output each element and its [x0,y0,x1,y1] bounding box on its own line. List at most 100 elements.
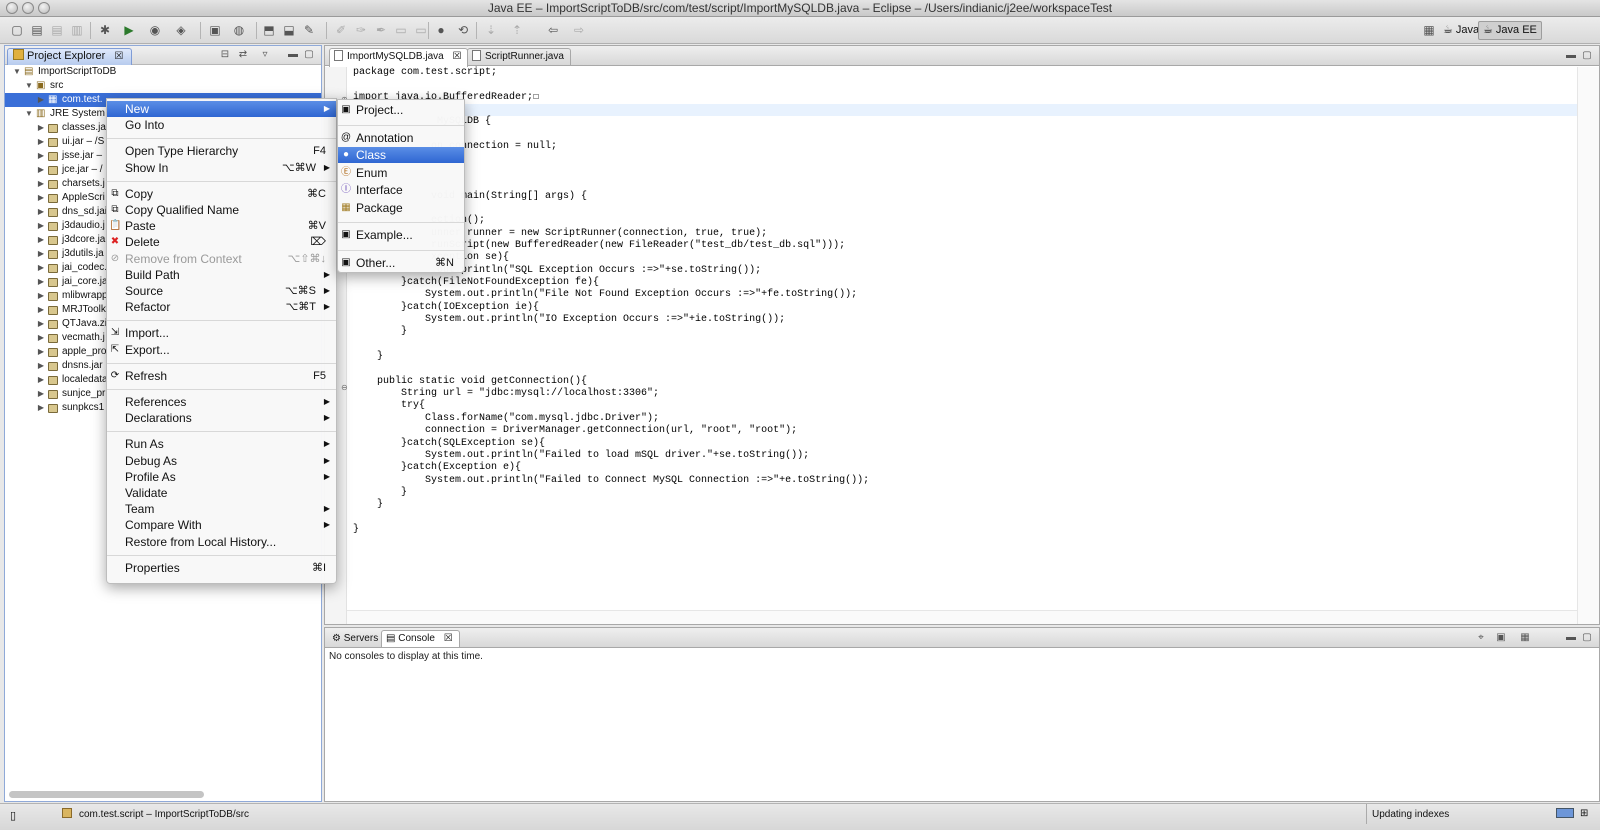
menu-item-import[interactable]: ⇲ Import... [107,325,336,341]
tab-servers[interactable]: ⚙ Servers [327,630,385,647]
minimize-window-icon[interactable] [22,2,34,14]
menu-item-paste[interactable]: 📋 Paste ⌘V [107,218,336,234]
menu-item-interface[interactable]: Ⓘ Interface [338,182,464,198]
display-console-icon[interactable]: ▣ [1495,632,1507,644]
horizontal-scrollbar[interactable] [9,791,204,798]
menu-item-example[interactable]: ▣ Example... [338,227,464,243]
tree-expand-icon[interactable]: ▶ [37,149,45,163]
toggle-mark-icon[interactable]: ✐ [334,23,348,37]
toggle-whitespace-icon[interactable]: ✒ [374,23,388,37]
menu-item-copy-qualified-name[interactable]: ⧉ Copy Qualified Name [107,202,336,218]
previous-annotation-icon[interactable]: ⇡ [510,23,524,37]
save-all-icon[interactable]: ▤ [50,23,64,37]
menu-item-package[interactable]: ▦ Package [338,200,464,216]
menu-item-source[interactable]: Source ⌥⌘S ▶ [107,283,336,299]
menu-item-validate[interactable]: Validate [107,485,336,501]
tree-expand-icon[interactable]: ▶ [37,345,45,359]
menu-item-debug-as[interactable]: Debug As ▶ [107,453,336,469]
menu-item-restore-from-local-history[interactable]: Restore from Local History... [107,534,336,550]
tree-expand-icon[interactable]: ▶ [37,401,45,415]
progress-view-icon[interactable]: ⊞ [1580,808,1588,819]
tree-expand-icon[interactable]: ▶ [37,177,45,191]
tree-collapse-icon[interactable]: ▼ [25,107,33,121]
menu-item-team[interactable]: Team ▶ [107,501,336,517]
minimize-view-icon[interactable]: ▬ [1565,632,1577,644]
overview-ruler[interactable] [1577,67,1599,624]
pin-editor-icon[interactable]: ▭ [414,23,428,37]
tree-collapse-icon[interactable]: ▼ [25,79,33,93]
tree-expand-icon[interactable]: ▶ [37,163,45,177]
back-icon[interactable]: ⇦ [546,23,560,37]
tree-item[interactable]: ▼ ▣ src [5,79,321,93]
tab-project-explorer[interactable]: Project Explorer ☒ [7,48,133,65]
menu-item-run-as[interactable]: Run As ▶ [107,436,336,452]
forward-icon[interactable]: ⇨ [572,23,586,37]
menu-item-export[interactable]: ⇱ Export... [107,342,336,358]
perspective-java-ee[interactable]: ☕ Java EE [1478,21,1542,40]
show-whitespace-icon[interactable]: ▭ [394,23,408,37]
menu-item-class[interactable]: ● Class [338,147,464,163]
web-browser-icon[interactable]: ● [434,23,448,37]
menu-item-enum[interactable]: Ⓔ Enum [338,165,464,181]
pin-console-icon[interactable]: ⌖ [1475,632,1487,644]
new-server-icon[interactable]: ▣ [208,23,222,37]
fast-view-icon[interactable]: ▯ [10,809,16,822]
tree-expand-icon[interactable]: ▶ [37,121,45,135]
tree-expand-icon[interactable]: ▶ [37,289,45,303]
tree-expand-icon[interactable]: ▶ [37,317,45,331]
new-web-service-icon[interactable]: ◍ [232,23,246,37]
tree-expand-icon[interactable]: ▶ [37,261,45,275]
menu-item-profile-as[interactable]: Profile As ▶ [107,469,336,485]
menu-item-annotation[interactable]: @ Annotation [338,130,464,146]
collapse-all-icon[interactable]: ⊟ [219,49,231,61]
menu-item-delete[interactable]: ✖ Delete ⌦ [107,234,336,250]
tree-expand-icon[interactable]: ▶ [37,247,45,261]
menu-item-open-type-hierarchy[interactable]: Open Type Hierarchy F4 [107,143,336,159]
menu-item-refresh[interactable]: ⟳ Refresh F5 [107,368,336,384]
menu-item-remove-from-context[interactable]: ⊘ Remove from Context ⌥⇧⌘↓ [107,251,336,267]
print-icon[interactable]: ▥ [70,23,84,37]
run-icon[interactable]: ▶ [122,23,136,37]
external-tools-icon[interactable]: ◈ [174,23,188,37]
menu-item-new[interactable]: New ▶ [107,101,336,117]
menu-item-copy[interactable]: ⧉ Copy ⌘C [107,186,336,202]
close-window-icon[interactable] [6,2,18,14]
tab-importmysqldb-java[interactable]: ImportMySQLDB.java ☒ [329,48,469,67]
menu-item-compare-with[interactable]: Compare With ▶ [107,517,336,533]
tree-expand-icon[interactable]: ▶ [37,303,45,317]
open-type-icon[interactable]: ⬒ [262,23,276,37]
tab-console[interactable]: ▤ Console ☒ [381,630,460,647]
close-icon[interactable]: ☒ [444,633,453,644]
tree-expand-icon[interactable]: ▶ [37,205,45,219]
progress-icon[interactable] [1556,808,1574,818]
menu-item-go-into[interactable]: Go Into [107,117,336,133]
menu-item-build-path[interactable]: Build Path ▶ [107,267,336,283]
tree-expand-icon[interactable]: ▶ [37,359,45,373]
tree-expand-icon[interactable]: ▶ [37,191,45,205]
next-annotation-icon[interactable]: ⇣ [484,23,498,37]
minimize-view-icon[interactable]: ▬ [1565,50,1577,62]
code-editor[interactable]: package com.test.script; import java.io.B… [353,67,1577,610]
synchronize-icon[interactable]: ⟲ [456,23,470,37]
search-icon[interactable]: ✎ [302,23,316,37]
editor-horizontal-scrollbar[interactable] [347,610,1577,624]
menu-item-refactor[interactable]: Refactor ⌥⌘T ▶ [107,299,336,315]
link-with-editor-icon[interactable]: ⇄ [237,49,249,61]
tree-expand-icon[interactable]: ▶ [37,373,45,387]
maximize-view-icon[interactable]: ▢ [1581,50,1593,62]
tree-expand-icon[interactable]: ▶ [37,387,45,401]
close-icon[interactable]: ☒ [114,51,123,62]
debug-icon[interactable]: ✱ [98,23,112,37]
open-perspective-icon[interactable]: ▦ [1422,23,1436,37]
view-menu-icon[interactable]: ▿ [259,49,271,61]
maximize-view-icon[interactable]: ▢ [1581,632,1593,644]
menu-item-other[interactable]: ▣ Other... ⌘N [338,255,464,271]
tree-expand-icon[interactable]: ▶ [37,233,45,247]
minimize-view-icon[interactable]: ▬ [287,49,299,61]
menu-item-project[interactable]: ▣ Project... [338,102,464,118]
tree-expand-icon[interactable]: ▶ [37,93,45,107]
tree-expand-icon[interactable]: ▶ [37,275,45,289]
fold-icon[interactable]: ⊖ [341,383,348,392]
close-icon[interactable]: ☒ [452,51,461,62]
tree-item[interactable]: ▼ ▤ ImportScriptToDB [5,65,321,79]
